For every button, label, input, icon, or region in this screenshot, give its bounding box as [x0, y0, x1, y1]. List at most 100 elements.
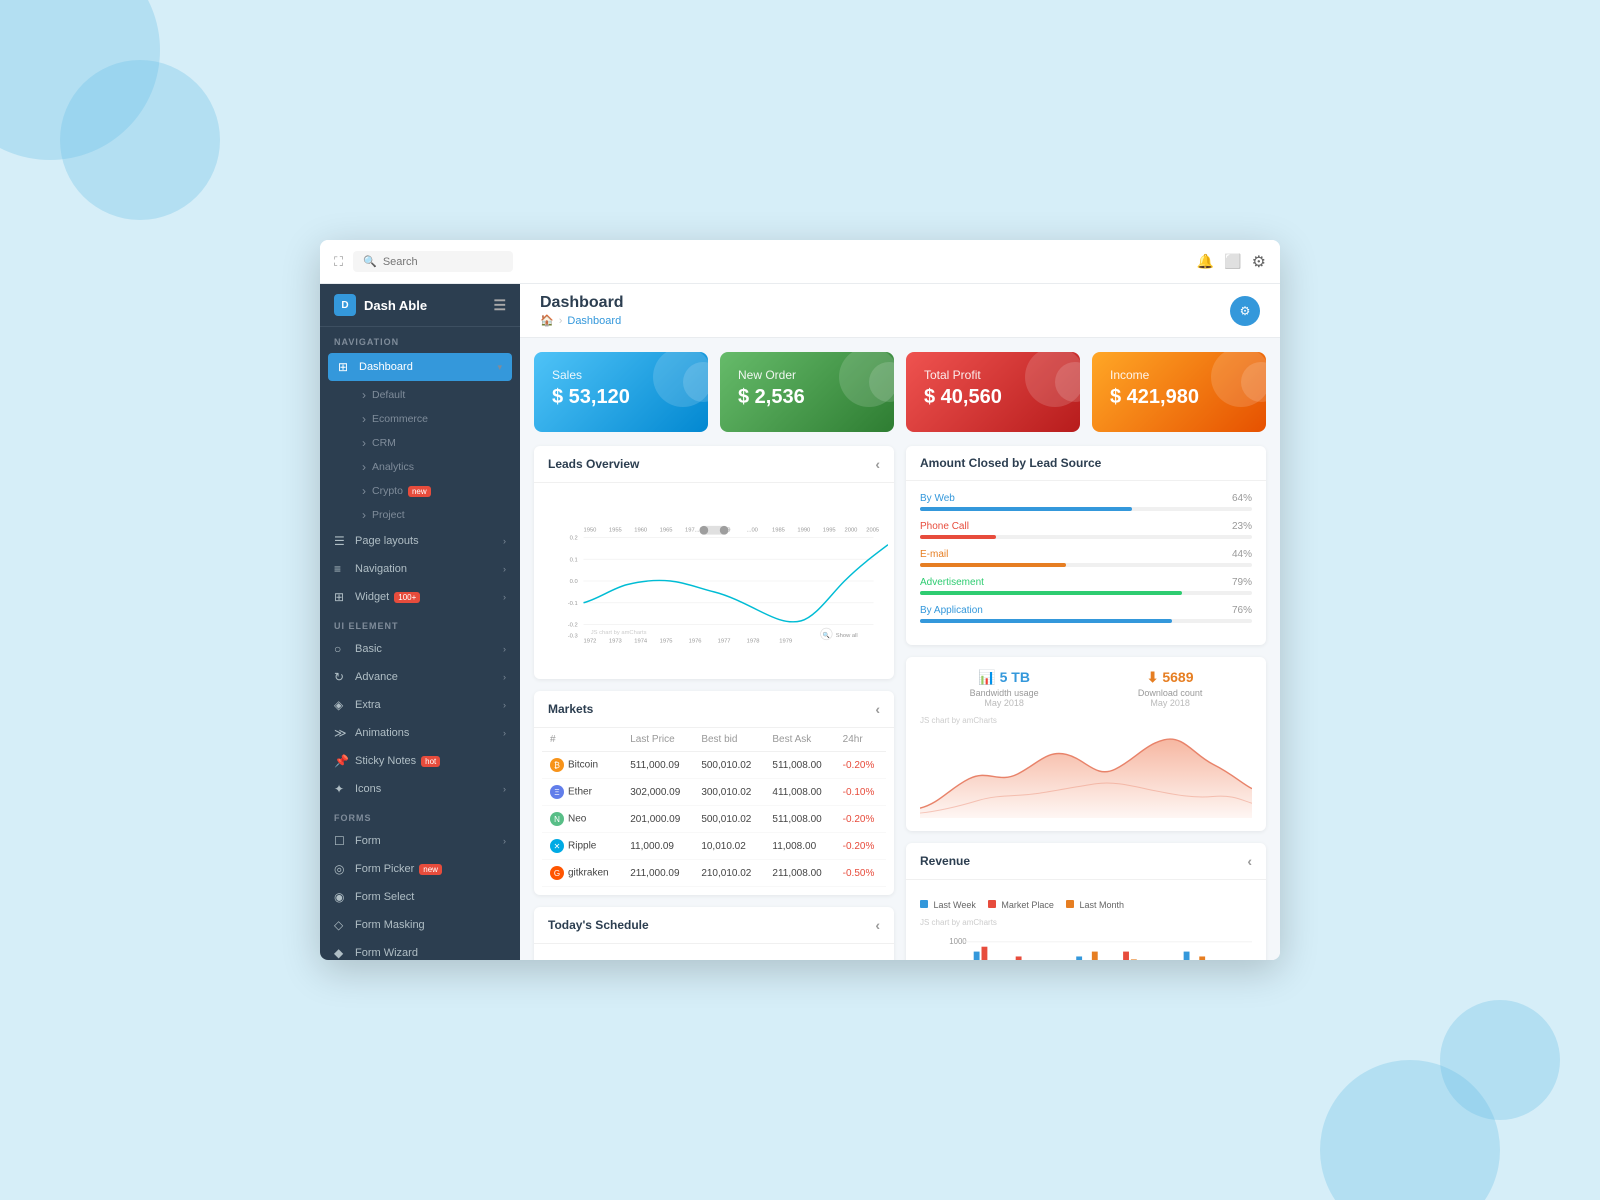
- advance-chevron: ›: [503, 672, 506, 682]
- stat-card-sales: Sales $ 53,120: [534, 352, 708, 432]
- svg-text:JS chart by amCharts: JS chart by amCharts: [591, 630, 647, 636]
- coin-icon: Ξ: [550, 785, 564, 799]
- col-lastprice: Last Price: [622, 728, 693, 752]
- svg-text:1975: 1975: [660, 639, 673, 645]
- sidebar-sub-analytics[interactable]: Analytics: [348, 455, 520, 479]
- search-box[interactable]: 🔍: [353, 251, 513, 272]
- leadsource-card-header: Amount Closed by Lead Source: [906, 446, 1266, 481]
- bell-icon[interactable]: 🔔: [1197, 253, 1214, 270]
- sidebar-item-dashboard[interactable]: ⊞ Dashboard ▾: [328, 353, 512, 381]
- svg-text:1978: 1978: [747, 639, 760, 645]
- svg-text:Show all: Show all: [836, 633, 858, 639]
- sidebar-sub-crypto[interactable]: Crypto new: [348, 479, 520, 503]
- schedule-card-body: 👤 Meeting Today 3:00 PM You can write an…: [534, 944, 894, 960]
- advance-icon: ↻: [334, 670, 348, 684]
- svg-text:0.2: 0.2: [570, 536, 578, 542]
- sidebar-sub-crm[interactable]: CRM: [348, 431, 520, 455]
- sidebar-item-formpicker[interactable]: ◎ Form Picker new: [320, 855, 520, 883]
- expand-icon[interactable]: ⛶: [334, 254, 343, 270]
- sidebar-sub-default[interactable]: Default: [348, 383, 520, 407]
- revenue-card-collapse[interactable]: ‹: [1247, 853, 1252, 869]
- revenue-card-title: Revenue: [920, 854, 970, 868]
- lead-source-item: Phone Call 23%: [920, 521, 1252, 539]
- sidebar-item-stickynotes[interactable]: 📌 Sticky Notes hot: [320, 747, 520, 775]
- sidebar-item-pagelayouts[interactable]: ☰ Page layouts ›: [320, 527, 520, 555]
- sidebar-item-navigation-label: Navigation: [355, 563, 407, 575]
- monitor-icon[interactable]: ⬜: [1224, 253, 1241, 270]
- bandwidth-card-inner: 📊 5 TB Bandwidth usage May 2018 ⬇ 5689: [906, 657, 1266, 831]
- sidebar-item-advance[interactable]: ↻ Advance ›: [320, 663, 520, 691]
- coin-icon: N: [550, 812, 564, 826]
- page-settings-button[interactable]: ⚙: [1230, 296, 1260, 326]
- leads-card-collapse[interactable]: ‹: [875, 456, 880, 472]
- sidebar-item-widget[interactable]: ⊞ Widget 100+ ›: [320, 583, 520, 611]
- sidebar-item-icons[interactable]: ✦ Icons ›: [320, 775, 520, 803]
- revenue-card: Revenue ‹ Last Week: [906, 843, 1266, 960]
- svg-text:1985: 1985: [772, 528, 785, 534]
- search-input[interactable]: [383, 256, 503, 268]
- sidebar-item-form[interactable]: ☐ Form ›: [320, 827, 520, 855]
- sidebar-item-dashboard-label: Dashboard: [359, 361, 413, 373]
- main-layout: D Dash Able ☰ NAVIGATION ⊞ Dashboard ▾ D…: [320, 284, 1280, 960]
- market-lastprice: 11,000.09: [622, 833, 693, 860]
- breadcrumb-home[interactable]: 🏠: [540, 314, 554, 327]
- breadcrumb-sep: ›: [559, 315, 563, 327]
- revenue-watermark: JS chart by amCharts: [920, 918, 1252, 927]
- legend-dot-lastweek: [920, 900, 928, 908]
- stat-card-neworder: New Order $ 2,536: [720, 352, 894, 432]
- topbar-right: 🔔 ⬜ ⚙: [1197, 252, 1266, 272]
- table-row: ✕Ripple 11,000.09 10,010.02 11,008.00 -0…: [542, 833, 886, 860]
- market-change: -0.20%: [835, 752, 886, 779]
- market-bestbid: 500,010.02: [693, 806, 764, 833]
- svg-text:1976: 1976: [689, 639, 702, 645]
- svg-text:0.1: 0.1: [570, 557, 578, 563]
- navigation-chevron: ›: [503, 564, 506, 574]
- leads-card-header: Leads Overview ‹: [534, 446, 894, 483]
- market-lastprice: 511,000.09: [622, 752, 693, 779]
- legend-dot-marketplace: [988, 900, 996, 908]
- sidebar-item-advance-label: Advance: [355, 671, 398, 683]
- market-bestbid: 210,010.02: [693, 860, 764, 887]
- sidebar-item-formselect[interactable]: ◉ Form Select: [320, 883, 520, 911]
- lead-source-pct: 44%: [1232, 549, 1252, 560]
- bandwidth-stat: 📊 5 TB Bandwidth usage May 2018: [970, 669, 1039, 708]
- revenue-chart-svg: 1000 800: [920, 931, 1252, 960]
- markets-card-collapse[interactable]: ‹: [875, 701, 880, 717]
- lead-source-pct: 64%: [1232, 493, 1252, 504]
- sidebar-item-formpicker-label: Form Picker: [355, 863, 414, 875]
- sidebar-item-formmasking[interactable]: ◇ Form Masking: [320, 911, 520, 939]
- markets-card-body: # Last Price Best bid Best Ask 24hr ₿Bi: [534, 728, 894, 895]
- svg-text:-0.1: -0.1: [568, 601, 578, 607]
- sidebar-item-basic[interactable]: ○ Basic ›: [320, 635, 520, 663]
- sidebar-sub-project[interactable]: Project: [348, 503, 520, 527]
- widget-chevron: ›: [503, 592, 506, 602]
- stickynotes-badge: hot: [421, 756, 440, 767]
- market-change: -0.10%: [835, 779, 886, 806]
- lead-source-label: By Web: [920, 493, 955, 504]
- market-bestask: 11,008.00: [764, 833, 834, 860]
- sidebar-item-formwizard[interactable]: ◆ Form Wizard: [320, 939, 520, 960]
- sidebar-sub-ecommerce[interactable]: Ecommerce: [348, 407, 520, 431]
- dashboard-grid: Leads Overview ‹: [520, 446, 1280, 960]
- hamburger-icon[interactable]: ☰: [493, 297, 506, 314]
- lead-source-item: E-mail 44%: [920, 549, 1252, 567]
- nav-section-label: NAVIGATION: [320, 327, 520, 351]
- sidebar-item-navigation[interactable]: ≡ Navigation ›: [320, 555, 520, 583]
- sidebar-item-animations[interactable]: ≫ Animations ›: [320, 719, 520, 747]
- market-change: -0.20%: [835, 806, 886, 833]
- svg-text:1979: 1979: [779, 639, 792, 645]
- market-coin: NNeo: [542, 806, 622, 833]
- topbar: ⛶ 🔍 🔔 ⬜ ⚙: [320, 240, 1280, 284]
- formwizard-icon: ◆: [334, 946, 348, 960]
- lead-source-pct: 76%: [1232, 605, 1252, 616]
- table-row: Ggitkraken 211,000.09 210,010.02 211,008…: [542, 860, 886, 887]
- bandwidth-label: Bandwidth usage: [970, 688, 1039, 698]
- schedule-item-1: 👤 Meeting Today 3:00 PM You can write an…: [548, 956, 880, 960]
- svg-text:1960: 1960: [634, 528, 647, 534]
- settings-icon[interactable]: ⚙: [1252, 252, 1266, 272]
- schedule-card-collapse[interactable]: ‹: [875, 917, 880, 933]
- svg-text:1995: 1995: [823, 528, 836, 534]
- page-header: Dashboard 🏠 › Dashboard ⚙: [520, 284, 1280, 338]
- sidebar-item-extra[interactable]: ◈ Extra ›: [320, 691, 520, 719]
- basic-icon: ○: [334, 642, 348, 656]
